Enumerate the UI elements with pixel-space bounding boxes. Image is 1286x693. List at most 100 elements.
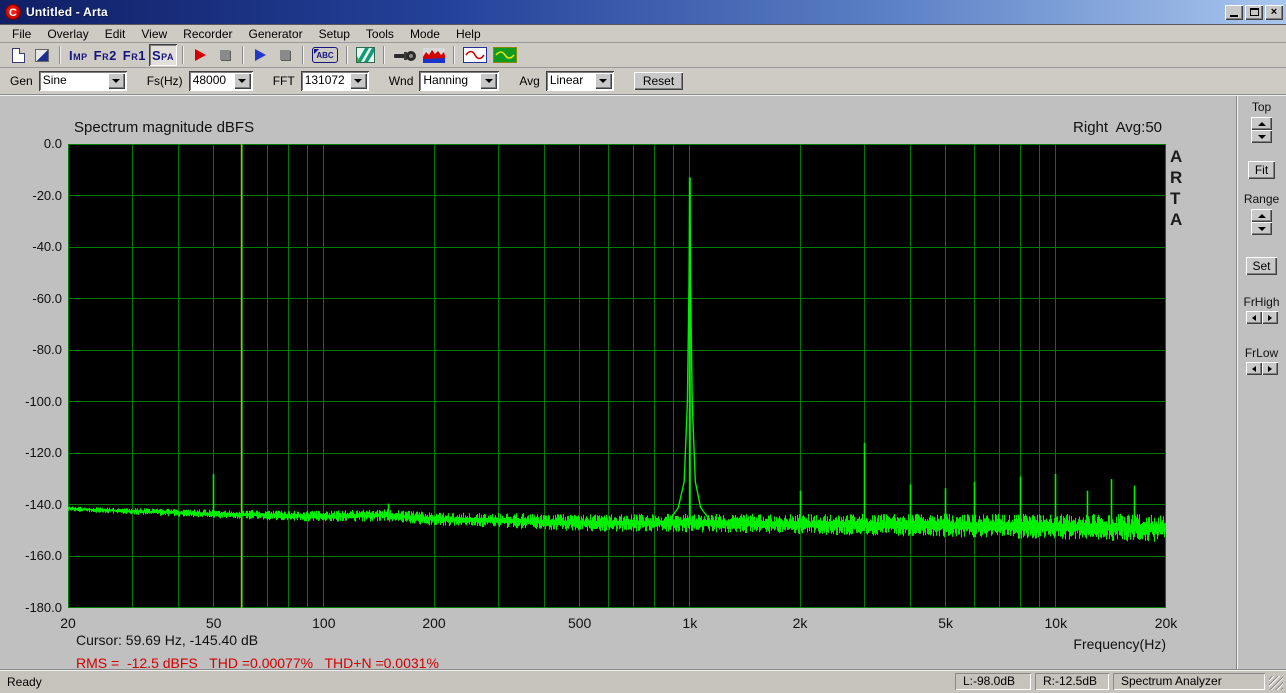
spa-mode-button[interactable]: Spa — [148, 44, 177, 66]
top-down-button[interactable] — [1251, 130, 1272, 143]
scope-view-button[interactable] — [353, 44, 378, 66]
frlow-label: FrLow — [1244, 346, 1279, 360]
menu-tools[interactable]: Tools — [358, 26, 402, 42]
x-tick-label: 200 — [422, 615, 446, 631]
set-button[interactable]: Set — [1246, 257, 1277, 275]
y-tick-label: 0.0 — [43, 136, 62, 151]
window-title: Untitled - Arta — [26, 5, 108, 19]
toolbar-separator — [345, 46, 348, 64]
range-up-button[interactable] — [1251, 209, 1272, 222]
spectrum-view-button[interactable] — [420, 44, 448, 66]
x-tick-label: 1k — [682, 615, 698, 631]
status-bar: Ready L:-98.0dB R:-12.5dB Spectrum Analy… — [0, 669, 1286, 693]
x-tick-label: 100 — [312, 615, 336, 631]
app-icon: C — [5, 4, 21, 20]
fft-label: FFT — [272, 74, 295, 88]
overlay-button[interactable] — [30, 44, 54, 66]
fs-label: Fs(Hz) — [146, 74, 183, 88]
minimize-icon — [1230, 14, 1238, 17]
play-stop-button[interactable] — [273, 44, 297, 66]
menu-generator[interactable]: Generator — [241, 26, 311, 42]
play-button[interactable] — [249, 44, 273, 66]
avg-combobox[interactable]: Linear — [545, 71, 614, 91]
top-up-button[interactable] — [1251, 117, 1272, 130]
menu-file[interactable]: File — [4, 26, 39, 42]
toolbar-separator — [452, 46, 455, 64]
arrow-right-icon — [1267, 314, 1272, 321]
probe-button[interactable] — [390, 44, 420, 66]
fr1-mode-button[interactable]: Fr1 — [120, 44, 149, 66]
chevron-down-icon[interactable] — [107, 73, 125, 89]
left-level-cell: L:-98.0dB — [955, 673, 1031, 690]
frhigh-label: FrHigh — [1243, 295, 1280, 309]
y-tick-label: -100.0 — [25, 393, 62, 409]
minimize-button[interactable] — [1225, 4, 1243, 20]
status-message: Ready — [7, 674, 42, 689]
labels-button[interactable]: ABC — [309, 44, 341, 66]
arrow-left-icon — [1251, 314, 1256, 321]
fr2-mode-button[interactable]: Fr2 — [91, 44, 120, 66]
frlow-left-button[interactable] — [1245, 362, 1262, 375]
menu-overlay[interactable]: Overlay — [39, 26, 96, 42]
y-tick-label: -140.0 — [25, 496, 62, 512]
menu-edit[interactable]: Edit — [97, 26, 134, 42]
new-file-icon — [11, 47, 25, 63]
arrow-right-icon — [1267, 365, 1272, 372]
chevron-down-icon[interactable] — [594, 73, 612, 89]
resize-grip-icon[interactable] — [1269, 676, 1283, 690]
chevron-down-icon[interactable] — [480, 73, 498, 89]
record-stop-button[interactable] — [213, 44, 237, 66]
close-button[interactable]: × — [1265, 4, 1283, 20]
frhigh-right-button[interactable] — [1261, 311, 1278, 324]
gen-label: Gen — [10, 74, 33, 88]
mode-cell: Spectrum Analyzer — [1113, 673, 1265, 690]
y-tick-label: -60.0 — [32, 290, 62, 306]
spectrum-plot[interactable] — [68, 144, 1166, 608]
reset-button[interactable]: Reset — [633, 72, 684, 90]
x-tick-label: 20k — [1154, 615, 1178, 631]
arrow-left-icon — [1251, 365, 1256, 372]
chevron-down-icon[interactable] — [233, 73, 251, 89]
fft-combobox[interactable]: 131072 — [300, 71, 369, 91]
sine-generator-button[interactable] — [460, 44, 490, 66]
right-level-cell: R:-12.5dB — [1035, 673, 1109, 690]
range-down-button[interactable] — [1251, 222, 1272, 235]
cursor-readout: Cursor: 59.69 Hz, -145.40 dB — [76, 632, 259, 648]
signal-generator-button[interactable] — [490, 44, 520, 66]
generator-control-bar: Gen Sine Fs(Hz) 48000 FFT 131072 Wnd Han… — [0, 68, 1286, 95]
fs-combobox[interactable]: 48000 — [188, 71, 253, 91]
microphone-probe-icon — [393, 50, 416, 61]
arrow-down-icon — [1257, 226, 1266, 231]
plot-title: Spectrum magnitude dBFS — [74, 119, 255, 136]
graph-area: Spectrum magnitude dBFS Right Avg:50 ART… — [0, 96, 1236, 671]
new-file-button[interactable] — [6, 44, 30, 66]
frhigh-left-button[interactable] — [1245, 311, 1262, 324]
menu-view[interactable]: View — [133, 26, 175, 42]
wnd-combobox[interactable]: Hanning — [419, 71, 500, 91]
menu-bar: File Overlay Edit View Recorder Generato… — [0, 25, 1286, 43]
x-tick-label: 5k — [938, 615, 954, 631]
menu-mode[interactable]: Mode — [402, 26, 448, 42]
menu-recorder[interactable]: Recorder — [175, 26, 240, 42]
toolbar-separator — [382, 46, 385, 64]
chevron-down-icon[interactable] — [349, 73, 367, 89]
top-label: Top — [1251, 100, 1272, 114]
maximize-icon — [1249, 8, 1259, 16]
y-tick-label: -120.0 — [25, 445, 62, 461]
gen-combobox[interactable]: Sine — [38, 71, 127, 91]
y-tick-label: -160.0 — [25, 548, 62, 564]
wnd-label: Wnd — [388, 74, 414, 88]
frlow-right-button[interactable] — [1261, 362, 1278, 375]
x-tick-label: 10k — [1044, 615, 1068, 631]
fit-button[interactable]: Fit — [1247, 161, 1276, 179]
x-tick-label: 50 — [205, 615, 222, 631]
range-label: Range — [1243, 192, 1280, 206]
maximize-button[interactable] — [1245, 4, 1263, 20]
toolbar-separator — [301, 46, 304, 64]
menu-help[interactable]: Help — [448, 26, 489, 42]
record-button[interactable] — [189, 44, 213, 66]
menu-setup[interactable]: Setup — [311, 26, 358, 42]
title-bar: C Untitled - Arta × — [0, 0, 1286, 25]
y-tick-label: -80.0 — [32, 342, 62, 358]
impulse-mode-button[interactable]: Imp — [66, 44, 91, 66]
